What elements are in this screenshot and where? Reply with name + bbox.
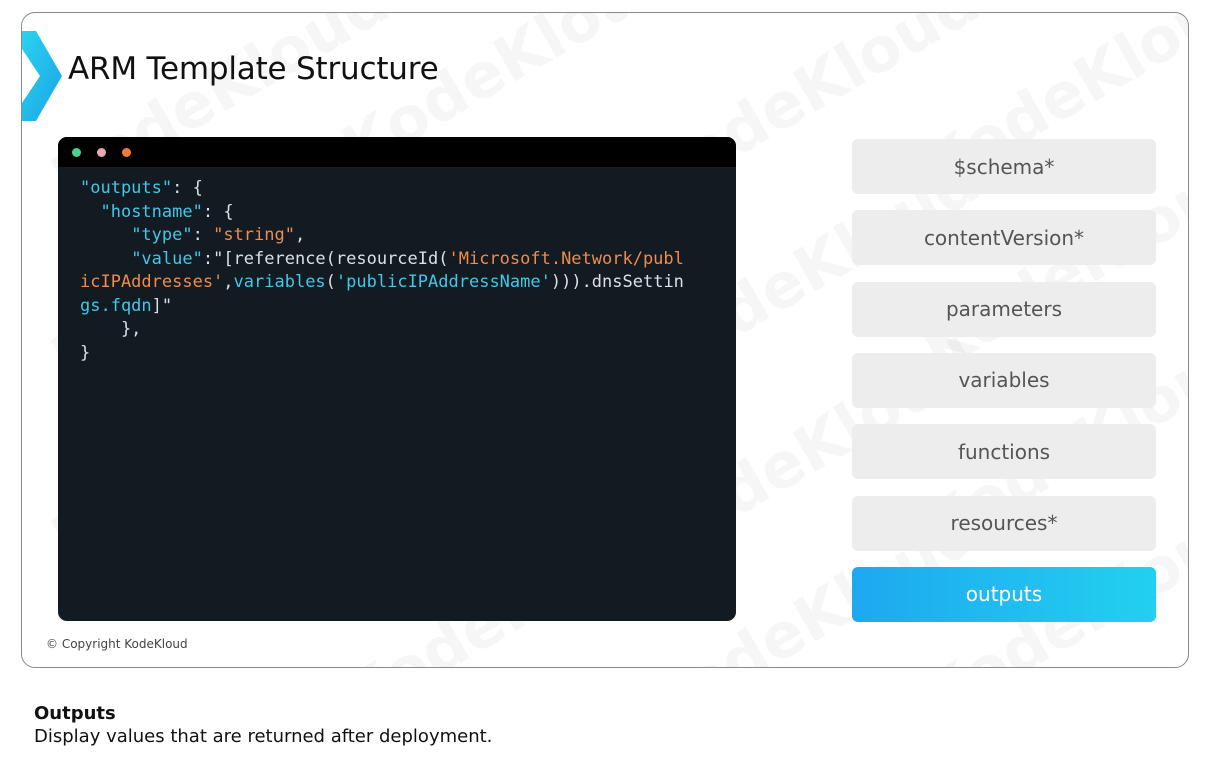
- menu-item-contentversion[interactable]: contentVersion*: [852, 210, 1156, 266]
- code-token: :"[reference(resourceId(: [202, 248, 449, 269]
- code-token: "value": [131, 248, 203, 269]
- code-token: 'Microsoft.Network/publ: [448, 248, 684, 269]
- page-title: ARM Template Structure: [68, 51, 439, 87]
- caption-title: Outputs: [34, 703, 116, 724]
- code-token: "string": [213, 225, 295, 245]
- code-token: 'publicIPAddressName': [335, 272, 551, 292]
- code-token: variables: [233, 272, 326, 292]
- menu-item-schema[interactable]: $schema*: [852, 139, 1156, 194]
- code-line: "value":"[reference(resourceId('Microsof…: [80, 249, 684, 269]
- code-block: "outputs": { "hostname": { "type": "stri…: [80, 177, 684, 365]
- code-line: "outputs": {: [80, 178, 203, 198]
- code-line: },: [80, 319, 141, 339]
- menu-item-resources[interactable]: resources*: [852, 495, 1156, 551]
- code-token: },: [80, 319, 142, 339]
- code-token: gs.fqdn: [80, 295, 152, 316]
- copyright-text: © Copyright KodeKloud: [46, 637, 188, 651]
- code-window-titlebar: [58, 137, 736, 167]
- code-token: :: [192, 225, 214, 245]
- menu-item-outputs[interactable]: outputs: [852, 566, 1156, 622]
- code-window: "outputs": { "hostname": { "type": "stri…: [58, 137, 736, 621]
- menu-item-parameters[interactable]: parameters: [852, 281, 1156, 337]
- caption: Outputs Display values that are returned…: [34, 703, 492, 747]
- code-token: "type": [131, 225, 193, 245]
- caption-text: Display values that are returned after d…: [34, 726, 493, 747]
- code-token: (: [325, 272, 336, 292]
- code-token: "hostname": [100, 201, 203, 222]
- code-line: "hostname": {: [80, 201, 234, 222]
- code-token: : {: [172, 178, 203, 198]
- chevron-accent-icon: [22, 31, 62, 121]
- code-token: ,: [294, 225, 306, 245]
- code-line: "type": "string",: [80, 225, 305, 245]
- slide-frame: KodeKloudKodeKloudKodeKloudKodeKloudKode…: [21, 12, 1189, 668]
- code-token: icIPAddresses': [80, 272, 224, 292]
- code-line: gs.fqdn]": [80, 296, 172, 316]
- code-token: : {: [202, 201, 234, 222]
- code-line: icIPAddresses',variables('publicIPAddres…: [80, 272, 684, 292]
- code-token: }: [80, 342, 91, 363]
- code-token: ,: [223, 272, 234, 292]
- window-dot-green-icon: [72, 148, 81, 157]
- code-token: "outputs": [80, 178, 173, 198]
- code-token: ]": [151, 295, 173, 316]
- menu-item-variables[interactable]: variables: [852, 352, 1156, 408]
- window-dot-pink-icon: [97, 148, 106, 157]
- menu-item-functions[interactable]: functions: [852, 424, 1156, 480]
- code-token: ))).dnsSettin: [550, 272, 684, 292]
- code-line: }: [80, 343, 90, 363]
- window-dot-orange-icon: [122, 148, 131, 157]
